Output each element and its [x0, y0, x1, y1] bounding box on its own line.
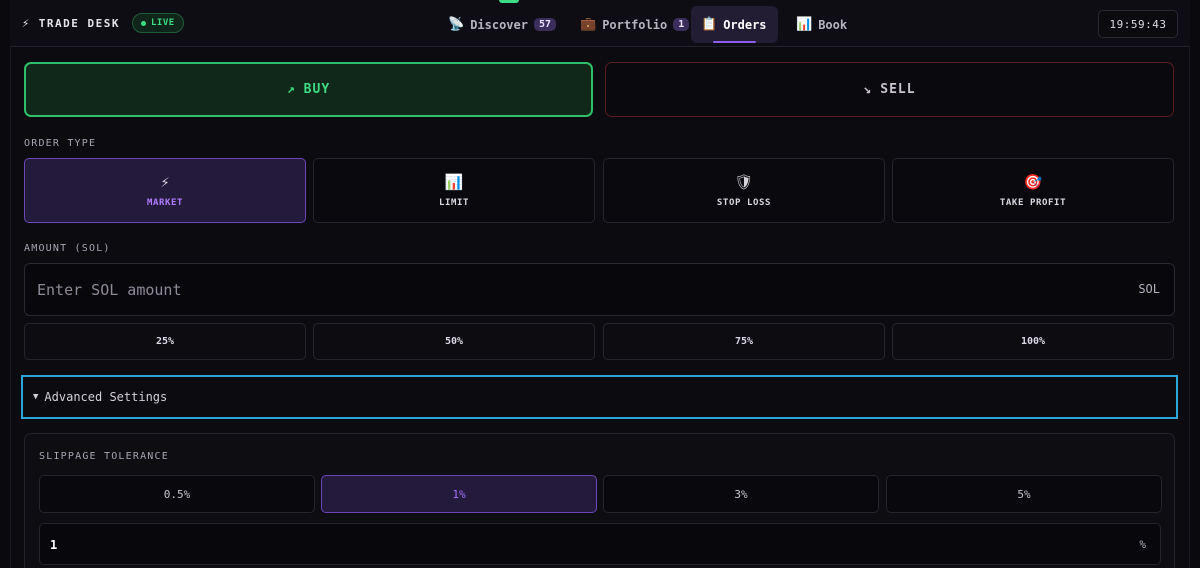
- order-type-label: ORDER TYPE: [24, 138, 97, 149]
- slippage-input[interactable]: 1 %: [39, 523, 1161, 565]
- shield-icon: 🛡: [734, 172, 754, 191]
- tab-discover[interactable]: 📡 Discover 57: [438, 6, 566, 43]
- preset-75-button[interactable]: 75%: [603, 323, 885, 360]
- live-badge: LIVE: [132, 13, 184, 33]
- preset-25-button[interactable]: 25%: [24, 323, 306, 360]
- tab-label: Book: [818, 17, 848, 32]
- top-bar: ⚡ TRADE DESK LIVE 📡 Discover 57 💼 Portfo…: [10, 0, 1190, 47]
- arrow-down-right-icon: ↘: [863, 82, 873, 97]
- order-type-take-profit[interactable]: 🎯 TAKE PROFIT: [892, 158, 1174, 223]
- tab-label: Portfolio: [602, 17, 668, 32]
- sell-label: SELL: [880, 82, 916, 97]
- live-dot-icon: [141, 20, 146, 26]
- slippage-label: SLIPPAGE TOLERANCE: [39, 451, 169, 462]
- advanced-settings-toggle[interactable]: ▼ Advanced Settings: [21, 375, 1178, 419]
- order-type-option-label: STOP LOSS: [716, 197, 772, 208]
- buy-button[interactable]: ↗ BUY: [24, 62, 593, 117]
- live-label: LIVE: [151, 18, 175, 28]
- amount-label: AMOUNT (SOL): [24, 243, 111, 254]
- amount-unit: SOL: [1138, 282, 1160, 296]
- preset-100-button[interactable]: 100%: [892, 323, 1174, 360]
- briefcase-icon: 💼: [580, 17, 597, 32]
- bar-chart-icon: 📊: [444, 172, 464, 191]
- buy-label: BUY: [303, 82, 331, 97]
- amount-field[interactable]: SOL: [24, 263, 1175, 316]
- slippage-unit: %: [1139, 538, 1146, 551]
- brand: ⚡ TRADE DESK: [22, 16, 120, 30]
- order-type-option-label: TAKE PROFIT: [999, 197, 1067, 208]
- slippage-option-3[interactable]: 3%: [603, 475, 879, 513]
- slippage-option-0-5[interactable]: 0.5%: [39, 475, 315, 513]
- arrow-up-right-icon: ↗: [286, 82, 296, 97]
- top-indicator: [499, 0, 519, 3]
- advanced-settings-label: Advanced Settings: [44, 390, 168, 404]
- tab-portfolio[interactable]: 💼 Portfolio 1: [570, 6, 699, 43]
- amount-input[interactable]: [37, 264, 1087, 315]
- target-icon: 🎯: [1023, 172, 1043, 191]
- order-type-limit[interactable]: 📊 LIMIT: [313, 158, 595, 223]
- clipboard-icon: 📋: [701, 17, 718, 32]
- tab-count-badge: 57: [533, 18, 557, 31]
- tab-label: Discover: [470, 17, 528, 32]
- order-type-stop-loss[interactable]: 🛡 STOP LOSS: [603, 158, 885, 223]
- tab-label: Orders: [723, 17, 767, 32]
- order-type-option-label: MARKET: [146, 197, 184, 208]
- triangle-down-icon: ▼: [33, 392, 39, 402]
- slippage-panel: SLIPPAGE TOLERANCE 0.5% 1% 3% 5% 1 %: [24, 433, 1175, 568]
- lightning-icon: ⚡: [160, 172, 170, 191]
- order-type-option-label: LIMIT: [438, 197, 470, 208]
- tab-book[interactable]: 📊 Book: [786, 6, 857, 43]
- order-type-market[interactable]: ⚡ MARKET: [24, 158, 306, 223]
- slippage-value: 1: [50, 538, 58, 552]
- sell-button[interactable]: ↘ SELL: [605, 62, 1174, 117]
- preset-50-button[interactable]: 50%: [313, 323, 595, 360]
- tab-count-badge: 1: [673, 18, 690, 31]
- lightning-icon: ⚡: [22, 16, 31, 30]
- slippage-option-1[interactable]: 1%: [321, 475, 597, 513]
- slippage-option-5[interactable]: 5%: [886, 475, 1162, 513]
- tab-orders[interactable]: 📋 Orders: [691, 6, 778, 43]
- clock: 19:59:43: [1098, 10, 1178, 38]
- satellite-icon: 📡: [448, 17, 465, 32]
- bar-chart-icon: 📊: [796, 17, 813, 32]
- brand-title: TRADE DESK: [38, 16, 120, 30]
